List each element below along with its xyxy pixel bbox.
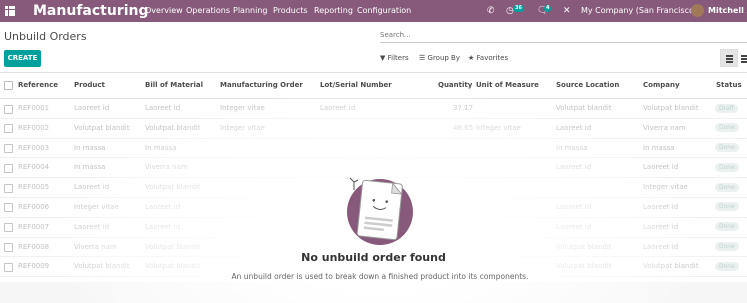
page-title: Unbuild Orders bbox=[4, 30, 87, 43]
column-header-uom[interactable]: Unit of Measure bbox=[476, 73, 539, 98]
table-header: Reference Product Bill of Material Manuf… bbox=[0, 72, 747, 99]
debug-tools-icon[interactable]: ✕ bbox=[563, 0, 571, 22]
column-header-quantity[interactable]: Quantity bbox=[438, 73, 472, 98]
create-button[interactable]: CREATE bbox=[4, 50, 41, 67]
activity-clock-icon[interactable]: ◷ bbox=[506, 0, 514, 22]
filter-funnel-icon: ▼ bbox=[380, 54, 386, 62]
empty-state-title: No unbuild order found bbox=[301, 251, 446, 264]
column-header-company[interactable]: Company bbox=[643, 73, 680, 98]
favorites-label: Favorites bbox=[476, 54, 509, 62]
group-by-button[interactable]: ☰ Group By bbox=[419, 50, 460, 67]
column-header-manufacturing-order[interactable]: Manufacturing Order bbox=[220, 73, 303, 98]
column-header-status[interactable]: Status bbox=[716, 73, 742, 98]
list-view-icon bbox=[726, 55, 733, 64]
favorites-button[interactable]: ★ Favorites bbox=[468, 50, 508, 67]
user-avatar[interactable] bbox=[691, 4, 704, 17]
filters-button[interactable]: ▼ Filters bbox=[380, 50, 409, 67]
empty-document-illustration bbox=[347, 177, 413, 245]
menu-overview[interactable]: Overview bbox=[145, 0, 183, 22]
column-header-bom[interactable]: Bill of Material bbox=[145, 73, 203, 98]
app-title[interactable]: Manufacturing bbox=[33, 1, 149, 21]
group-by-icon: ☰ bbox=[419, 54, 426, 62]
group-by-label: Group By bbox=[427, 54, 460, 62]
activity-count-badge: 36 bbox=[513, 5, 524, 12]
column-header-reference[interactable]: Reference bbox=[18, 73, 58, 98]
messages-count-badge: 4 bbox=[544, 5, 552, 12]
column-header-lot[interactable]: Lot/Serial Number bbox=[320, 73, 392, 98]
menu-configuration[interactable]: Configuration bbox=[357, 0, 411, 22]
list-view-button[interactable] bbox=[720, 49, 738, 67]
apps-menu-icon[interactable] bbox=[5, 6, 15, 16]
star-icon: ★ bbox=[468, 54, 475, 62]
company-switcher[interactable]: My Company (San Francisco) bbox=[581, 0, 697, 22]
menu-products[interactable]: Products bbox=[273, 0, 308, 22]
select-all-checkbox[interactable] bbox=[4, 81, 13, 90]
column-header-source-location[interactable]: Source Location bbox=[556, 73, 619, 98]
phone-icon[interactable]: ✆ bbox=[487, 0, 495, 22]
empty-state-description: An unbuild order is used to break down a… bbox=[231, 272, 529, 281]
user-menu[interactable]: Mitchell Admin bbox=[708, 0, 747, 22]
top-navbar: Manufacturing Overview Operations Planni… bbox=[0, 0, 747, 22]
menu-operations[interactable]: Operations bbox=[186, 0, 230, 22]
kanban-view-button[interactable] bbox=[741, 55, 747, 64]
column-header-product[interactable]: Product bbox=[74, 73, 105, 98]
search-input[interactable] bbox=[380, 28, 747, 43]
filters-label: Filters bbox=[387, 54, 409, 62]
menu-planning[interactable]: Planning bbox=[233, 0, 267, 22]
menu-reporting[interactable]: Reporting bbox=[314, 0, 353, 22]
